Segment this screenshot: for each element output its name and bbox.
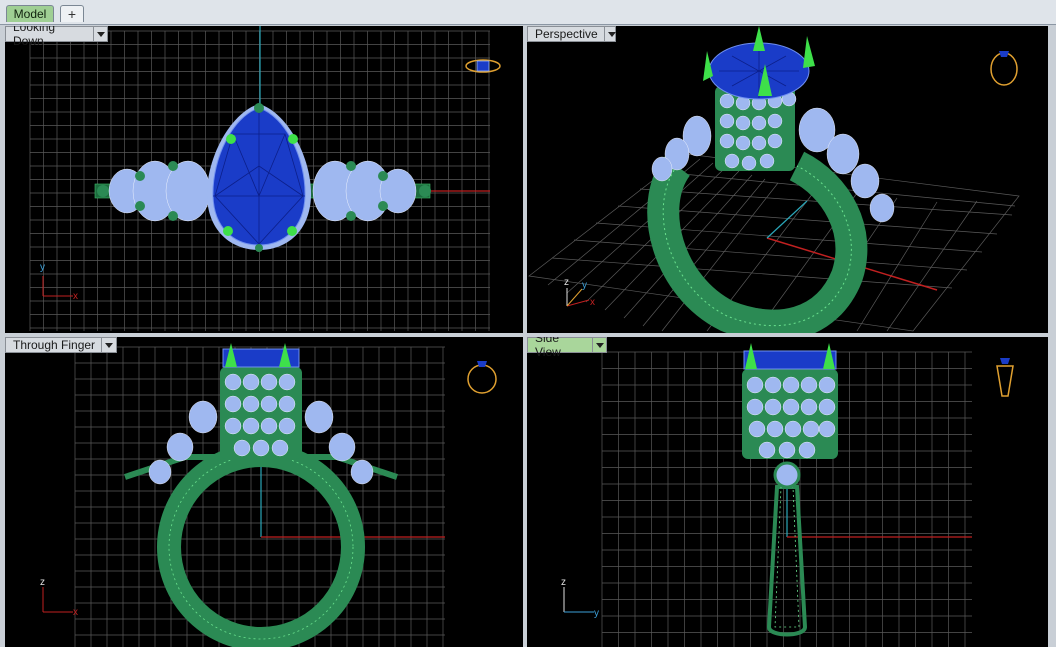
viewport-title-through-finger[interactable]: Through Finger bbox=[5, 337, 117, 353]
through-finger-canvas: z x bbox=[40, 343, 497, 647]
viewport-perspective[interactable]: Perspective z y x bbox=[527, 26, 1048, 333]
side-view-canvas: z y bbox=[561, 343, 1014, 647]
axis-label: x bbox=[73, 291, 78, 302]
dropdown-arrow-icon[interactable] bbox=[603, 27, 617, 41]
axis-indicator: z x bbox=[40, 577, 78, 618]
dropdown-arrow-icon[interactable] bbox=[592, 338, 606, 352]
axis-label: z bbox=[564, 277, 569, 288]
axis-label: z bbox=[561, 577, 566, 588]
perspective-canvas: z y x bbox=[528, 26, 1020, 333]
ring-perspective bbox=[647, 26, 895, 333]
tab-model[interactable]: Model bbox=[6, 5, 54, 22]
viewport-title-text: Side View bbox=[535, 337, 561, 359]
axis-label: z bbox=[40, 577, 45, 588]
viewport-looking-down[interactable]: Looking Down y x bbox=[5, 26, 523, 333]
viewport-side-view[interactable]: Side View z y bbox=[527, 337, 1048, 647]
axis-label: x bbox=[590, 297, 595, 308]
ring-side-view bbox=[742, 343, 838, 637]
ring-widget-icon bbox=[467, 361, 497, 394]
ring-widget-icon bbox=[465, 59, 501, 73]
viewport-through-finger[interactable]: Through Finger z x bbox=[5, 337, 523, 647]
add-tab-button[interactable]: + bbox=[60, 5, 84, 22]
viewport-title-side-view[interactable]: Side View bbox=[527, 337, 607, 359]
axis-indicator: y x bbox=[40, 262, 78, 302]
axis-label: x bbox=[73, 607, 78, 618]
dropdown-arrow-icon[interactable] bbox=[101, 338, 115, 352]
viewport-title-text: Through Finger bbox=[13, 338, 96, 352]
viewport-title-perspective[interactable]: Perspective bbox=[527, 26, 617, 42]
axis-indicator: z y bbox=[561, 577, 599, 619]
viewport-title-looking-down[interactable]: Looking Down bbox=[5, 26, 108, 48]
viewport-title-text: Perspective bbox=[535, 27, 598, 41]
looking-down-canvas: y x bbox=[29, 26, 501, 331]
viewport-title-text: Looking Down bbox=[13, 26, 56, 48]
perspective-grid bbox=[528, 153, 1020, 332]
ring-widget-icon bbox=[996, 358, 1014, 397]
axis-label: y bbox=[40, 262, 45, 273]
axis-label: y bbox=[594, 608, 599, 619]
axis-label: y bbox=[582, 280, 587, 291]
ring-widget-icon bbox=[990, 51, 1018, 86]
dropdown-arrow-icon[interactable] bbox=[93, 27, 107, 41]
tab-bar: Model + bbox=[0, 0, 1056, 25]
